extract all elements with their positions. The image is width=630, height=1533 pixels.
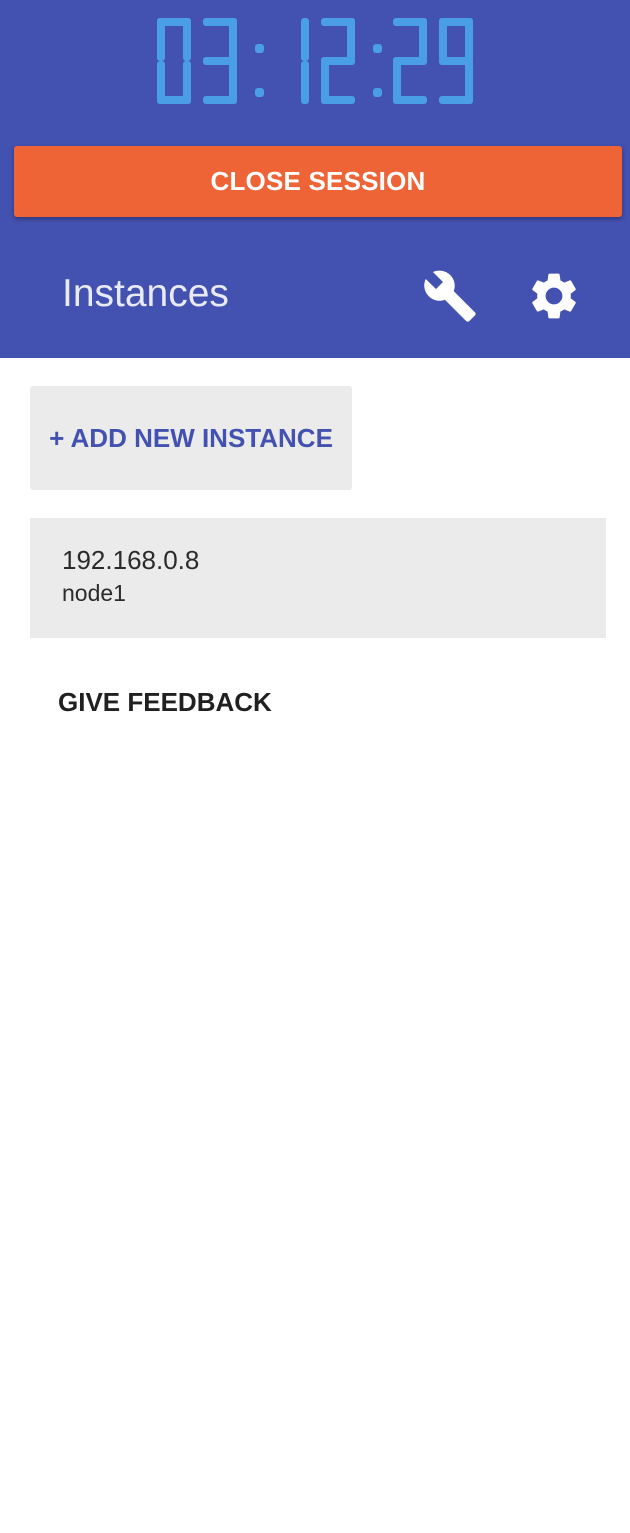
timer-digit-6 bbox=[393, 18, 427, 104]
timer-digit-3 bbox=[301, 18, 309, 104]
timer-colon bbox=[373, 44, 382, 97]
instance-item[interactable]: 192.168.0.8 node1 bbox=[30, 518, 606, 638]
timer-colon bbox=[255, 44, 264, 97]
session-header: CLOSE SESSION Instances bbox=[0, 0, 630, 358]
add-instance-button[interactable]: + ADD NEW INSTANCE bbox=[30, 386, 352, 490]
give-feedback-link[interactable]: GIVE FEEDBACK bbox=[58, 684, 272, 720]
timer-digits bbox=[157, 18, 473, 104]
timer-digit-1 bbox=[203, 18, 237, 104]
session-timer bbox=[0, 0, 630, 130]
timer-digit-4 bbox=[321, 18, 355, 104]
page-title: Instances bbox=[62, 272, 229, 315]
wrench-icon[interactable] bbox=[422, 268, 478, 324]
instance-name: node1 bbox=[62, 580, 126, 606]
timer-digit-0 bbox=[157, 18, 191, 104]
close-session-button[interactable]: CLOSE SESSION bbox=[14, 146, 622, 217]
instance-ip: 192.168.0.8 bbox=[62, 545, 200, 575]
gear-icon[interactable] bbox=[526, 268, 582, 324]
timer-digit-7 bbox=[439, 18, 473, 104]
